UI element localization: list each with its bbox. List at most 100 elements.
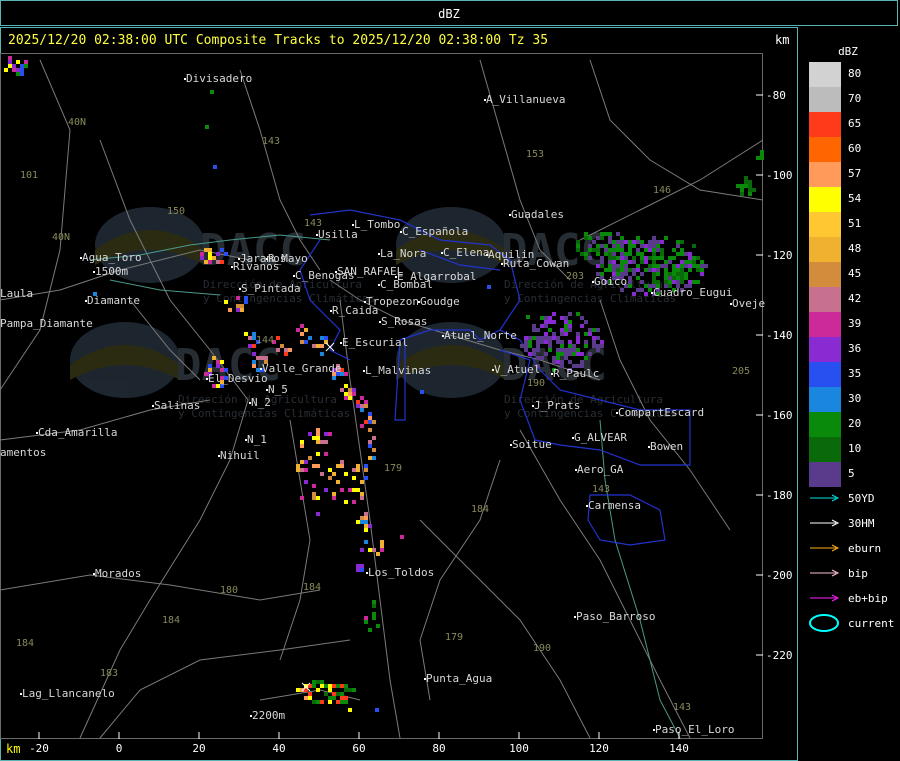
echo-pixel <box>372 600 376 604</box>
echo-pixel <box>352 500 356 504</box>
echo-pixel <box>220 260 224 264</box>
echo-pixel <box>552 320 556 324</box>
echo-pixel <box>364 520 368 524</box>
echo-pixel <box>592 328 596 332</box>
echo-pixel <box>240 308 244 312</box>
echo-pixel <box>604 244 608 248</box>
echo-pixel <box>584 320 588 324</box>
echo-pixel <box>316 512 320 516</box>
echo-pixel <box>356 464 360 468</box>
echo-pixel <box>540 324 544 328</box>
echo-pixel <box>612 244 616 248</box>
legend-value: 5 <box>848 467 855 480</box>
place-label: CompartEscard <box>618 406 704 419</box>
echo-pixel <box>236 308 240 312</box>
echo-pixel <box>584 256 588 260</box>
echo-pixel <box>636 276 640 280</box>
place-label: E_Escurial <box>342 336 408 349</box>
place-label: 1500m <box>95 265 128 278</box>
echo-pixel <box>300 332 304 336</box>
place-label: amentos <box>0 446 46 459</box>
echo-pixel <box>600 340 604 344</box>
echo-pixel <box>580 316 584 320</box>
echo-pixel <box>544 336 548 340</box>
echo-pixel <box>652 264 656 268</box>
route-number: 40N <box>68 117 86 128</box>
echo-pixel <box>684 264 688 268</box>
echo-pixel <box>312 436 316 440</box>
legend-swatch-39 <box>809 312 841 337</box>
echo-pixel <box>624 264 628 268</box>
echo-pixel <box>372 436 376 440</box>
echo-pixel <box>692 264 696 268</box>
echo-pixel <box>596 248 600 252</box>
echo-pixel <box>600 256 604 260</box>
echo-pixel <box>676 280 680 284</box>
echo-pixel <box>648 268 652 272</box>
echo-pixel <box>624 240 628 244</box>
legend-swatch-57 <box>809 162 841 187</box>
echo-pixel <box>356 468 360 472</box>
echo-pixel <box>328 688 332 692</box>
place-label: S_Pintada <box>241 282 301 295</box>
echo-pixel <box>216 260 220 264</box>
echo-pixel <box>16 60 20 64</box>
echo-pixel <box>688 268 692 272</box>
echo-pixel <box>668 272 672 276</box>
echo-pixel <box>552 332 556 336</box>
echo-pixel <box>616 248 620 252</box>
route-number: 153 <box>526 149 544 160</box>
x-tick-label: 40 <box>272 742 285 755</box>
echo-pixel <box>320 684 324 688</box>
echo-pixel <box>680 260 684 264</box>
echo-pixel <box>552 312 556 316</box>
echo-pixel <box>224 300 228 304</box>
echo-pixel <box>312 700 316 704</box>
echo-pixel <box>252 360 256 364</box>
legend-value: 70 <box>848 92 861 105</box>
echo-pixel <box>696 256 700 260</box>
echo-pixel <box>584 356 588 360</box>
echo-pixel <box>276 336 280 340</box>
echo-pixel <box>336 700 340 704</box>
echo-pixel <box>344 700 348 704</box>
echo-pixel <box>360 396 364 400</box>
echo-pixel <box>312 684 316 688</box>
place-label: L_Malvinas <box>365 364 431 377</box>
echo-pixel <box>632 272 636 276</box>
echo-pixel <box>536 344 540 348</box>
place-label: R_Paulc <box>553 367 599 380</box>
echo-pixel <box>528 352 532 356</box>
echo-pixel <box>748 192 752 196</box>
echo-pixel <box>636 288 640 292</box>
echo-pixel <box>652 272 656 276</box>
echo-pixel <box>744 184 748 188</box>
echo-pixel <box>652 268 656 272</box>
echo-pixel <box>364 420 368 424</box>
echo-pixel <box>616 244 620 248</box>
echo-pixel <box>624 252 628 256</box>
echo-pixel <box>688 280 692 284</box>
echo-pixel <box>580 352 584 356</box>
echo-pixel <box>368 440 372 444</box>
echo-pixel <box>608 264 612 268</box>
echo-pixel <box>560 360 564 364</box>
echo-pixel <box>487 285 491 289</box>
route-number: 184 <box>162 615 180 626</box>
legend-value: 39 <box>848 317 861 330</box>
echo-pixel <box>664 264 668 268</box>
echo-pixel <box>344 384 348 388</box>
echo-pixel <box>528 340 532 344</box>
place-label: L_Tombo <box>354 218 400 231</box>
route-number: 40N <box>52 232 70 243</box>
legend-value: 65 <box>848 117 861 130</box>
dbz-legend: dBZ 80 70 65 60 57 54 51 48 45 42 39 36 35 30 20 10 5 50YD… <box>809 45 894 632</box>
y-tick-label: -140 <box>766 329 793 342</box>
echo-pixel <box>604 248 608 252</box>
echo-pixel <box>640 260 644 264</box>
echo-pixel <box>352 476 356 480</box>
radar-map[interactable]: DACCDirección de Agriculturay Contingenc… <box>0 0 900 761</box>
y-tick-label: -220 <box>766 649 793 662</box>
echo-pixel <box>304 328 308 332</box>
place-label: V_Atuel <box>494 363 540 376</box>
